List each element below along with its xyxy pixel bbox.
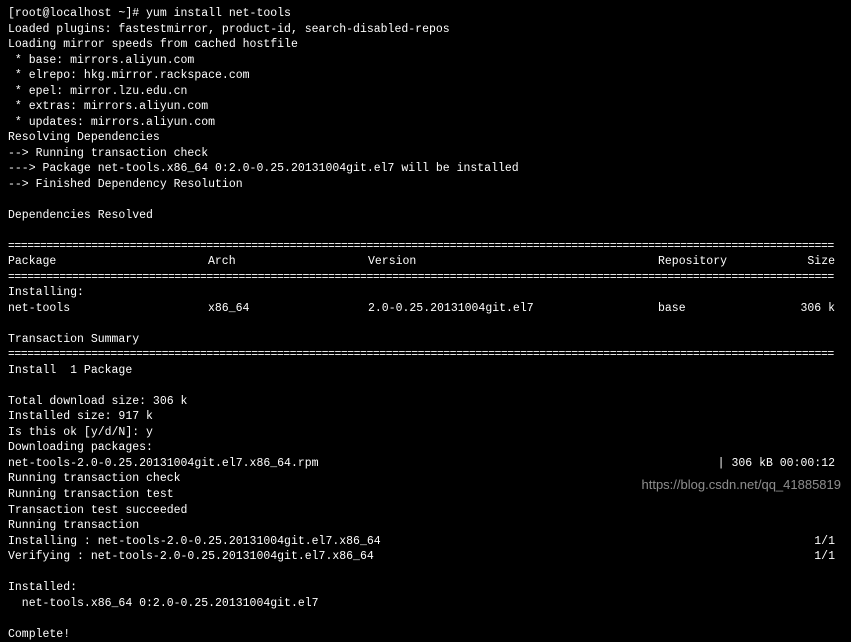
mirror-updates: * updates: mirrors.aliyun.com [8, 115, 843, 131]
installing-progress: 1/1 [814, 534, 843, 550]
total-download-size: Total download size: 306 k [8, 394, 843, 410]
cell-package: net-tools [8, 301, 208, 317]
confirm-prompt: Is this ok [y/d/N]: y [8, 425, 843, 441]
blank-line [8, 565, 843, 581]
loading-mirrors: Loading mirror speeds from cached hostfi… [8, 37, 843, 53]
header-package: Package [8, 254, 208, 270]
install-count: Install 1 Package [8, 363, 843, 379]
mirror-base: * base: mirrors.aliyun.com [8, 53, 843, 69]
blank-line [8, 223, 843, 239]
divider: ========================================… [8, 270, 843, 286]
cell-version: 2.0-0.25.20131004git.el7 [368, 301, 658, 317]
shell-prompt: [root@localhost ~]# yum install net-tool… [8, 6, 843, 22]
download-status: | 306 kB 00:00:12 [718, 456, 843, 472]
mirror-extras: * extras: mirrors.aliyun.com [8, 99, 843, 115]
header-repo: Repository [658, 254, 788, 270]
downloading-packages: Downloading packages: [8, 440, 843, 456]
installed-size: Installed size: 917 k [8, 409, 843, 425]
watermark: https://blog.csdn.net/qq_41885819 [642, 476, 842, 494]
deps-resolved: Dependencies Resolved [8, 208, 843, 224]
blank-line [8, 316, 843, 332]
plugins-line: Loaded plugins: fastestmirror, product-i… [8, 22, 843, 38]
installing-label: Installing: [8, 285, 843, 301]
table-header: Package Arch Version Repository Size [8, 254, 843, 270]
verifying-pkg: Verifying : net-tools-2.0-0.25.20131004g… [8, 549, 814, 565]
blank-line [8, 192, 843, 208]
installed-label: Installed: [8, 580, 843, 596]
verifying-progress: 1/1 [814, 549, 843, 565]
cell-repo: base [658, 301, 788, 317]
complete: Complete! [8, 627, 843, 642]
download-progress: net-tools-2.0-0.25.20131004git.el7.x86_6… [8, 456, 843, 472]
cell-arch: x86_64 [208, 301, 368, 317]
transaction-check: --> Running transaction check [8, 146, 843, 162]
installed-pkg: net-tools.x86_64 0:2.0-0.25.20131004git.… [8, 596, 843, 612]
cell-size: 306 k [788, 301, 843, 317]
blank-line [8, 378, 843, 394]
divider: ========================================… [8, 239, 843, 255]
verifying-row: Verifying : net-tools-2.0-0.25.20131004g… [8, 549, 843, 565]
download-file: net-tools-2.0-0.25.20131004git.el7.x86_6… [8, 456, 718, 472]
running-transaction: Running transaction [8, 518, 843, 534]
transaction-summary: Transaction Summary [8, 332, 843, 348]
header-version: Version [368, 254, 658, 270]
blank-line [8, 611, 843, 627]
divider: ========================================… [8, 347, 843, 363]
package-install-line: ---> Package net-tools.x86_64 0:2.0-0.25… [8, 161, 843, 177]
test-succeeded: Transaction test succeeded [8, 503, 843, 519]
terminal-output: [root@localhost ~]# yum install net-tool… [8, 6, 843, 642]
mirror-epel: * epel: mirror.lzu.edu.cn [8, 84, 843, 100]
installing-pkg: Installing : net-tools-2.0-0.25.20131004… [8, 534, 814, 550]
header-arch: Arch [208, 254, 368, 270]
mirror-elrepo: * elrepo: hkg.mirror.rackspace.com [8, 68, 843, 84]
header-size: Size [788, 254, 843, 270]
installing-row: Installing : net-tools-2.0-0.25.20131004… [8, 534, 843, 550]
finished-dep: --> Finished Dependency Resolution [8, 177, 843, 193]
resolving-deps: Resolving Dependencies [8, 130, 843, 146]
table-row: net-tools x86_64 2.0-0.25.20131004git.el… [8, 301, 843, 317]
